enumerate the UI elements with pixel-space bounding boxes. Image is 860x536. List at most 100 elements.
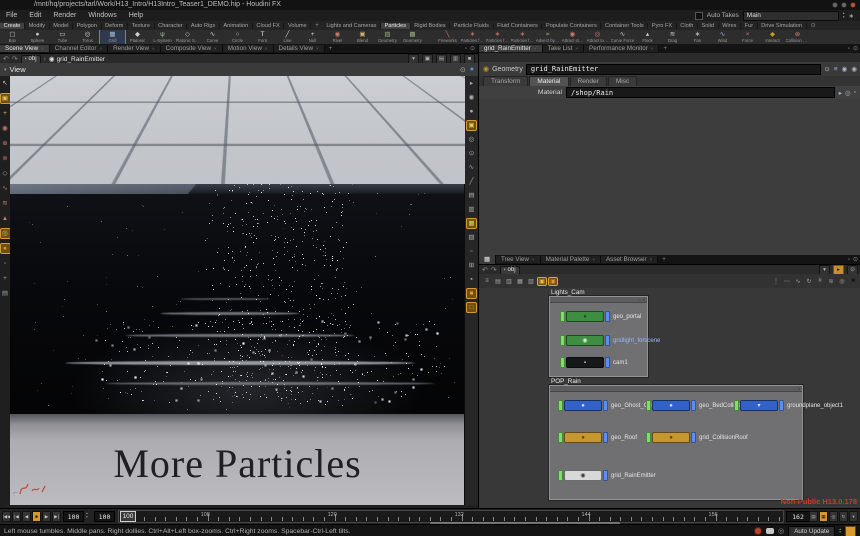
box-minimize-icon[interactable]: ‒ [638,298,640,302]
back-icon[interactable]: ↶ [3,55,9,63]
view-globe-icon[interactable]: ● [470,66,474,73]
pose-tool-icon[interactable]: ◉ [1,124,10,133]
vp-dot-icon[interactable]: ▫ [467,247,476,256]
menu-item[interactable]: Edit [23,12,47,19]
wave-tool-icon[interactable]: ≋ [1,199,10,208]
material-value-field[interactable]: /shop/Rain [566,87,835,98]
pane-tab[interactable]: Details View× [274,45,325,52]
render-flag[interactable] [605,357,610,368]
particles-from-tool-3[interactable]: ∗ Particles fr… [510,30,535,44]
close-tab-icon[interactable]: × [532,257,535,262]
vp-orange2-icon[interactable]: □ [467,303,476,312]
box-tool[interactable]: ▢ Box [0,30,25,44]
jump-start-button[interactable]: |◀◀ [2,511,11,522]
auto-takes-checkbox[interactable] [695,12,703,20]
geometry-tool-2[interactable]: ▩ Geometry [400,30,425,44]
error-indicator-icon[interactable] [754,527,762,535]
select-tool-icon[interactable]: ↖ [1,79,10,88]
shelf-tab[interactable]: Create [0,23,25,29]
snap-tool-icon[interactable]: ◇ [1,169,10,178]
collision-tool[interactable]: ⊗ Collision d… [785,30,810,44]
shelf-tab[interactable]: Character [155,23,188,29]
node-grid-collisionroof[interactable]: ● grid_CollisionRoof [646,432,748,443]
rivet-tool[interactable]: ◉ Rivet [325,30,350,44]
net-hatch-icon[interactable]: ▧ [527,278,535,285]
pane-menu-icon[interactable]: ⊙ [853,45,858,52]
display-flag[interactable] [560,335,565,346]
range-end-field[interactable]: 162 [786,511,810,522]
null-tool[interactable]: + Null [300,30,325,44]
net-flag2-icon[interactable]: ▣ [549,278,557,285]
pane-tab[interactable]: grid_RainEmitter× [479,45,543,52]
shelf-tab[interactable]: Auto Rigs [187,23,219,29]
curve-force-tool[interactable]: ∿ Curve Force [610,30,635,44]
shelf-tab[interactable]: Fur [741,23,758,29]
tiny-box-icon[interactable]: ▫ [854,89,856,96]
back-icon[interactable]: ↶ [482,266,488,274]
tube-tool[interactable]: ▭ Tube [50,30,75,44]
network-view-tab[interactable]: ▦ [479,255,496,264]
render-flag[interactable] [779,400,784,411]
new-pane-tab-button[interactable]: + [325,44,337,53]
pane-tab[interactable]: Render View× [108,45,161,52]
play-reverse-button[interactable]: ◀ [22,511,31,522]
shelf-tab[interactable]: Model [50,23,73,29]
folder-tab[interactable]: Misc [608,76,637,86]
network-canvas[interactable]: Lights_Cam ‒ × ● geo_portal [479,288,860,508]
display-flag[interactable] [646,432,651,443]
close-tab-icon[interactable]: × [592,257,595,262]
shelf-tab[interactable]: Pyro FX [648,23,676,29]
handles-tool-icon[interactable]: ▣ [1,94,10,103]
close-tab-icon[interactable]: × [41,46,44,51]
take-stepper[interactable]: ▴▾ [843,12,845,19]
shelf-tab[interactable]: Solid [698,23,719,29]
wind-tool[interactable]: ∿ Wind [710,30,735,44]
range-start-field[interactable]: 100 [94,511,115,522]
parm-menu-icon[interactable]: ≡ [834,66,838,73]
update-mode-stepper[interactable]: ▴▾ [839,528,841,535]
net-hash-icon[interactable]: # [816,278,824,284]
shelf-tab[interactable]: Cloud FX [253,23,285,29]
close-tab-icon[interactable]: × [534,46,537,51]
net-grid-icon[interactable]: ▥ [505,278,513,285]
pane-tab[interactable]: Scene View× [0,45,50,52]
display-flag[interactable] [558,400,563,411]
platonic-tool[interactable]: ◆ Platonic [125,30,150,44]
node-gridlight[interactable]: ◉ gridlight_forscene [560,335,660,346]
view-caret-icon[interactable]: ▾ [4,67,7,73]
render-flag[interactable] [691,432,696,443]
shelf-tab[interactable]: Polygon [73,23,101,29]
prev-frame-button[interactable]: |◀ [12,511,21,522]
ops-globe-icon[interactable]: ◎ [845,89,851,97]
pane-tab[interactable]: Composite View× [161,45,223,52]
folder-tab[interactable]: Material [529,76,568,86]
vp-grid-icon[interactable]: ▤ [467,191,476,200]
menu-item[interactable]: Windows [82,12,122,19]
vp-wire-icon[interactable]: ◎ [467,135,476,144]
render-flag[interactable] [603,400,608,411]
pane-tab[interactable]: Asset Browser× [601,256,658,263]
sculpt-tool-icon[interactable]: ⊗ [1,154,10,163]
maximize-button[interactable] [841,2,847,8]
network-box-lights-cam[interactable]: Lights_Cam ‒ × ● geo_portal [549,296,648,377]
pane-tab[interactable]: Material Palette× [541,256,601,263]
peak-tool-icon[interactable]: ▲ [1,214,10,223]
takes-icon[interactable]: ∗ [849,12,854,20]
grid-tool[interactable]: ▦ Grid [100,30,125,44]
shelf-add-tab-button[interactable]: + [311,21,323,30]
particles-from-tool-2[interactable]: ∗ Particles fr… [485,30,510,44]
geometry-tool-1[interactable]: ▨ Geometry [375,30,400,44]
node-cam1[interactable]: ▪ cam1 [560,357,628,368]
paint-tool-icon[interactable]: ⊕ [1,139,10,148]
pb-key-icon[interactable]: ▦ [819,511,828,522]
new-pane-tab-button[interactable]: + [658,255,670,264]
vp-curve-icon[interactable]: ∿ [467,163,476,172]
vp-persp-icon[interactable]: ◉ [467,93,476,102]
net-swatch-icon[interactable]: ■ [849,278,857,284]
render-flag[interactable] [605,311,610,322]
vp-plus-icon[interactable]: ⊞ [467,261,476,270]
close-tab-icon[interactable]: × [265,46,268,51]
folder-tab[interactable]: Render [570,76,607,86]
attract-tool-1[interactable]: ◉ Attract st… [560,30,585,44]
net-tiles-icon[interactable]: ▦ [516,278,524,285]
